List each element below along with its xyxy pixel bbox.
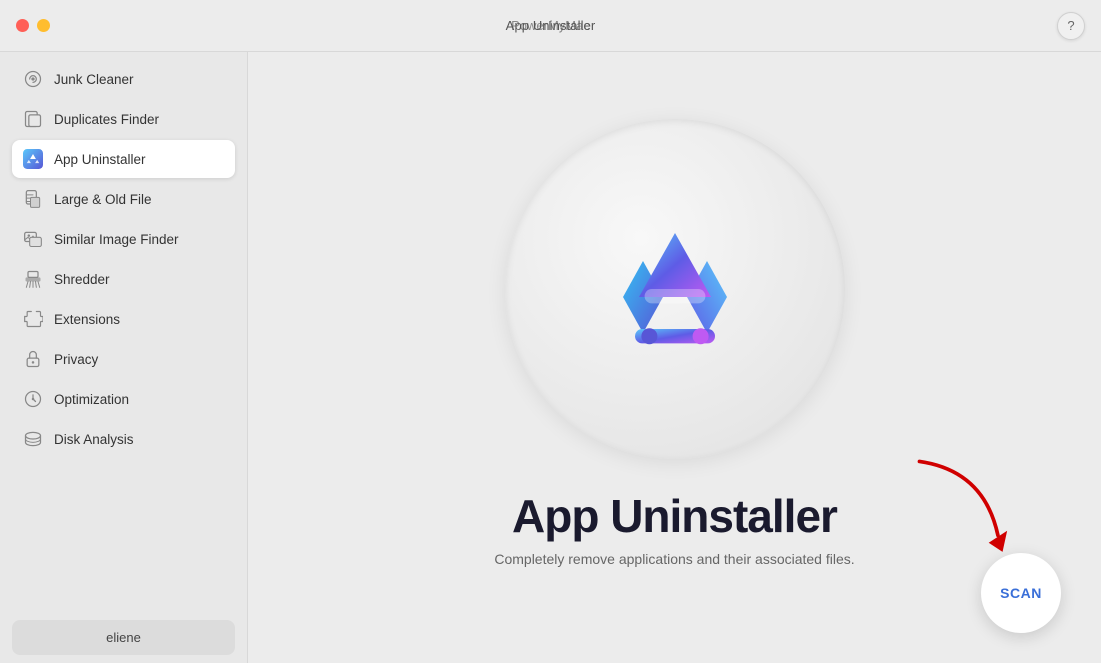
feature-desc: Completely remove applications and their… bbox=[494, 551, 854, 567]
sidebar-item-optimization[interactable]: Optimization bbox=[12, 380, 235, 418]
help-button[interactable]: ? bbox=[1057, 12, 1085, 40]
arrow-container bbox=[901, 443, 1021, 563]
sidebar-item-label: Large & Old File bbox=[54, 192, 152, 207]
sidebar-item-label: Similar Image Finder bbox=[54, 232, 179, 247]
main-content: Junk Cleaner Duplicates Finder bbox=[0, 52, 1101, 663]
sidebar: Junk Cleaner Duplicates Finder bbox=[0, 52, 248, 663]
sidebar-item-app-uninstaller[interactable]: App Uninstaller bbox=[12, 140, 235, 178]
sidebar-bottom: eliene bbox=[12, 612, 235, 655]
file-icon bbox=[22, 188, 44, 210]
user-button[interactable]: eliene bbox=[12, 620, 235, 655]
sidebar-item-label: Duplicates Finder bbox=[54, 112, 159, 127]
sidebar-item-label: Junk Cleaner bbox=[54, 72, 134, 87]
optimization-icon bbox=[22, 388, 44, 410]
sidebar-item-label: Disk Analysis bbox=[54, 432, 134, 447]
image-icon bbox=[22, 228, 44, 250]
app-icon bbox=[22, 148, 44, 170]
sidebar-item-junk-cleaner[interactable]: Junk Cleaner bbox=[12, 60, 235, 98]
sidebar-item-label: Shredder bbox=[54, 272, 110, 287]
sidebar-item-privacy[interactable]: Privacy bbox=[12, 340, 235, 378]
title-bar: PowerMyMac App Uninstaller ? bbox=[0, 0, 1101, 52]
sidebar-item-label: Privacy bbox=[54, 352, 98, 367]
sidebar-item-disk-analysis[interactable]: Disk Analysis bbox=[12, 420, 235, 458]
arrow-svg bbox=[901, 443, 1021, 563]
section-title: App Uninstaller bbox=[506, 18, 596, 33]
minimize-button[interactable] bbox=[37, 19, 50, 32]
shredder-icon bbox=[22, 268, 44, 290]
traffic-lights bbox=[16, 19, 50, 32]
privacy-icon bbox=[22, 348, 44, 370]
feature-title: App Uninstaller bbox=[494, 489, 854, 543]
sidebar-item-label: Extensions bbox=[54, 312, 120, 327]
sidebar-item-label: App Uninstaller bbox=[54, 152, 146, 167]
content-area: App Uninstaller Completely remove applic… bbox=[248, 52, 1101, 663]
extensions-icon bbox=[22, 308, 44, 330]
disk-icon bbox=[22, 428, 44, 450]
sidebar-item-label: Optimization bbox=[54, 392, 129, 407]
app-store-svg bbox=[595, 209, 755, 369]
sidebar-item-extensions[interactable]: Extensions bbox=[12, 300, 235, 338]
duplicate-icon bbox=[22, 108, 44, 130]
junk-icon bbox=[22, 68, 44, 90]
sidebar-item-duplicates-finder[interactable]: Duplicates Finder bbox=[12, 100, 235, 138]
feature-icon-circle bbox=[505, 119, 845, 459]
scan-button[interactable]: SCAN bbox=[981, 553, 1061, 633]
close-button[interactable] bbox=[16, 19, 29, 32]
sidebar-item-large-old-file[interactable]: Large & Old File bbox=[12, 180, 235, 218]
feature-info: App Uninstaller Completely remove applic… bbox=[494, 489, 854, 567]
sidebar-item-shredder[interactable]: Shredder bbox=[12, 260, 235, 298]
sidebar-item-similar-image-finder[interactable]: Similar Image Finder bbox=[12, 220, 235, 258]
